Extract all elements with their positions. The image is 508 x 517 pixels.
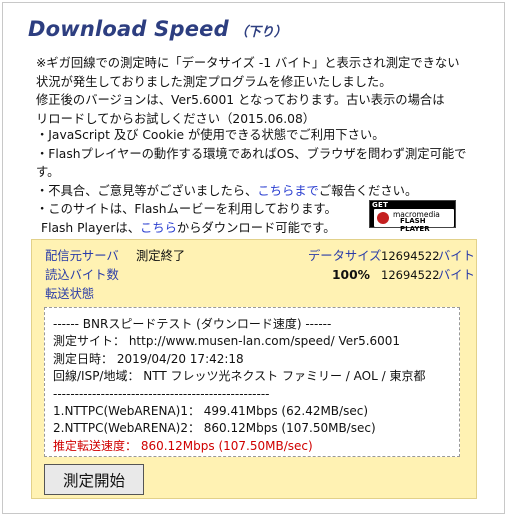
- note-feedback-post: ご報告ください。: [318, 183, 418, 198]
- read-bytes-label: 読込バイト数: [45, 268, 119, 282]
- note-download-post: からダウンロード可能です。: [176, 220, 336, 235]
- data-size-label: データサイズ: [308, 249, 382, 263]
- data-size-unit: バイト: [438, 249, 475, 263]
- result-estimate: 推定転送速度： 860.12Mbps (107.50MB/sec): [53, 438, 313, 453]
- result-test-2: 2.NTTPC(WebARENA)2： 860.12Mbps (107.50MB…: [53, 421, 376, 436]
- note-feedback-pre: ・不具合、ご意見等がございましたら、: [36, 183, 258, 198]
- result-datetime: 測定日時： 2019/04/20 17:42:18: [53, 351, 244, 366]
- title-main: Download Speed: [28, 17, 229, 41]
- read-bytes-unit: バイト: [438, 268, 475, 282]
- result-isp: 回線/ISP/地域： NTT フレッツ光ネクスト ファミリー / AOL / 東…: [53, 369, 426, 384]
- feedback-link[interactable]: こちらまで: [257, 184, 319, 198]
- note-feedback: ・不具合、ご意見等がございましたら、こちらまでご報告ください。: [36, 182, 476, 201]
- data-size-value: 12694522: [381, 249, 440, 263]
- badge-product-1: FLASH: [400, 217, 426, 225]
- result-header: ------ BNRスピードテスト (ダウンロード速度) ------: [53, 317, 332, 331]
- result-divider: ----------------------------------------…: [53, 386, 270, 401]
- badge-inner: macromedia FLASH PLAYER: [374, 209, 454, 233]
- read-bytes-value: 12694522: [381, 268, 440, 282]
- note-flash-env: ・Flashプレイヤーの動作する環境であればOS、ブラウザを問わず測定可能で: [36, 146, 467, 161]
- flash-download-link[interactable]: こちら: [140, 221, 177, 235]
- badge-product-2: PLAYER: [400, 225, 430, 233]
- notice-line: ※ギガ回線での測定時に「データサイズ -1 バイト」と表示され測定できない: [36, 56, 460, 70]
- update-notice: ※ギガ回線での測定時に「データサイズ -1 バイト」と表示され測定できない 状況…: [36, 54, 476, 128]
- title-sub: （下り）: [234, 25, 287, 40]
- result-box[interactable]: ------ BNRスピードテスト (ダウンロード速度) ------ 測定サイ…: [44, 307, 460, 457]
- transfer-status-label: 転送状態: [45, 287, 95, 301]
- notice-line: 状況が発生しておりました測定プログラムを修正いたしました。: [36, 74, 392, 89]
- progress-percent: 100%: [332, 268, 370, 282]
- macromedia-logo-icon: [377, 212, 389, 224]
- badge-get-text: GET: [372, 201, 389, 209]
- note-javascript: ・JavaScript 及び Cookie が使用できる状態でご利用下さい。: [36, 128, 385, 142]
- speed-test-panel: 配信元サーバ 測定終了 読込バイト数 転送状態 データサイズ 12694522 …: [31, 239, 477, 499]
- badge-product: FLASH PLAYER: [400, 217, 454, 233]
- result-test-1: 1.NTTPC(WebARENA)1： 499.41Mbps (62.42MB/…: [53, 404, 369, 419]
- speed-test-frame: Download Speed （下り） ※ギガ回線での測定時に「データサイズ -…: [2, 2, 505, 514]
- result-site: 測定サイト： http://www.musen-lan.com/speed/ V…: [53, 334, 401, 349]
- start-measurement-button[interactable]: 測定開始: [44, 464, 144, 495]
- get-flash-player-badge[interactable]: GET macromedia FLASH PLAYER: [369, 200, 456, 233]
- note-flash-env-cont: す。: [36, 165, 60, 180]
- status-value: 測定終了: [136, 249, 186, 263]
- note-download-pre: Flash Playerは、: [41, 220, 140, 235]
- page-title: Download Speed （下り）: [28, 17, 287, 45]
- notice-line: 修正後のバージョンは、Ver5.6001 となっております。古い表示の場合は: [36, 93, 445, 108]
- server-label: 配信元サーバ: [45, 249, 119, 263]
